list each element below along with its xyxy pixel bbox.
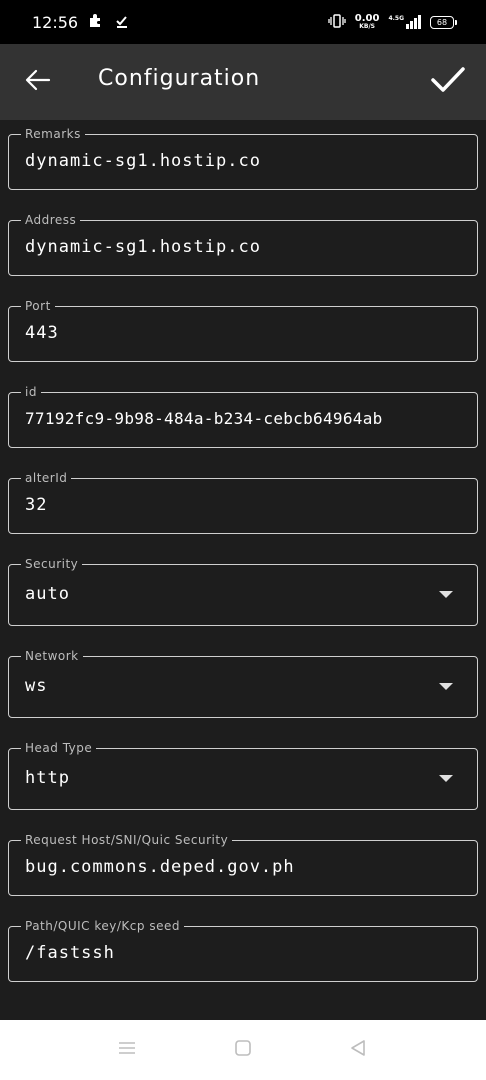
alter-id-label: alterId [21, 470, 72, 486]
system-nav-bar [0, 1020, 486, 1080]
address-label: Address [21, 212, 81, 228]
address-value[interactable]: dynamic-sg1.hostip.co [25, 237, 261, 257]
remarks-label: Remarks [21, 126, 85, 142]
dropdown-arrow-icon[interactable] [439, 683, 453, 690]
page-title: Configuration [98, 66, 261, 91]
puzzle-icon [88, 13, 104, 32]
dropdown-arrow-icon[interactable] [439, 775, 453, 782]
remarks-field[interactable]: Remarks dynamic-sg1.hostip.co [8, 126, 478, 190]
address-field[interactable]: Address dynamic-sg1.hostip.co [8, 212, 478, 276]
security-label: Security [21, 556, 83, 572]
request-host-value[interactable]: bug.commons.deped.gov.ph [25, 857, 295, 877]
remarks-value[interactable]: dynamic-sg1.hostip.co [25, 151, 261, 171]
home-square-icon [234, 1039, 252, 1061]
signal-icon: 4.5G [388, 15, 421, 29]
head-type-value: http [25, 768, 70, 788]
status-bar: 12:56 0.00 KB/S 4.5G 68 [0, 0, 486, 44]
system-back-button[interactable] [346, 1038, 370, 1062]
vibrate-icon [328, 13, 346, 31]
net-speed-unit: KB/S [359, 23, 375, 30]
path-label: Path/QUIC key/Kcp seed [21, 918, 184, 934]
battery-level: 68 [436, 17, 448, 27]
battery-icon: 68 [430, 15, 457, 29]
menu-icon [117, 1040, 137, 1060]
status-time: 12:56 [32, 12, 79, 32]
alter-id-value[interactable]: 32 [25, 495, 47, 515]
id-label: id [21, 384, 41, 400]
config-form: Remarks dynamic-sg1.hostip.co Address dy… [0, 120, 486, 1020]
home-button[interactable] [231, 1038, 255, 1062]
network-label: Network [21, 648, 83, 664]
net-speed: 0.00 KB/S [355, 14, 380, 30]
status-left: 12:56 [32, 13, 130, 32]
save-button[interactable] [426, 60, 470, 104]
head-type-select[interactable]: Head Type http [8, 740, 478, 810]
head-type-label: Head Type [21, 740, 97, 756]
path-field[interactable]: Path/QUIC key/Kcp seed /fastssh [8, 918, 478, 982]
arrow-back-icon [25, 69, 51, 95]
alter-id-field[interactable]: alterId 32 [8, 470, 478, 534]
back-button[interactable] [18, 62, 58, 102]
request-host-field[interactable]: Request Host/SNI/Quic Security bug.commo… [8, 832, 478, 896]
network-value: ws [25, 676, 48, 696]
app-bar: Configuration [0, 44, 486, 120]
back-triangle-icon [349, 1039, 367, 1061]
security-value: auto [25, 584, 70, 604]
dropdown-arrow-icon[interactable] [439, 591, 453, 598]
security-select[interactable]: Security auto [8, 556, 478, 626]
recent-apps-button[interactable] [115, 1038, 139, 1062]
port-value[interactable]: 443 [25, 323, 59, 343]
id-field[interactable]: id 77192fc9-9b98-484a-b234-cebcb64964ab [8, 384, 478, 448]
path-value[interactable]: /fastssh [25, 943, 115, 963]
request-host-label: Request Host/SNI/Quic Security [21, 832, 233, 848]
status-right: 0.00 KB/S 4.5G 68 [328, 13, 457, 31]
id-value[interactable]: 77192fc9-9b98-484a-b234-cebcb64964ab [25, 409, 383, 428]
check-icon [431, 67, 465, 97]
network-select[interactable]: Network ws [8, 648, 478, 718]
network-type: 4.5G [388, 15, 404, 22]
port-field[interactable]: Port 443 [8, 298, 478, 362]
port-label: Port [21, 298, 55, 314]
download-done-icon [114, 13, 130, 32]
